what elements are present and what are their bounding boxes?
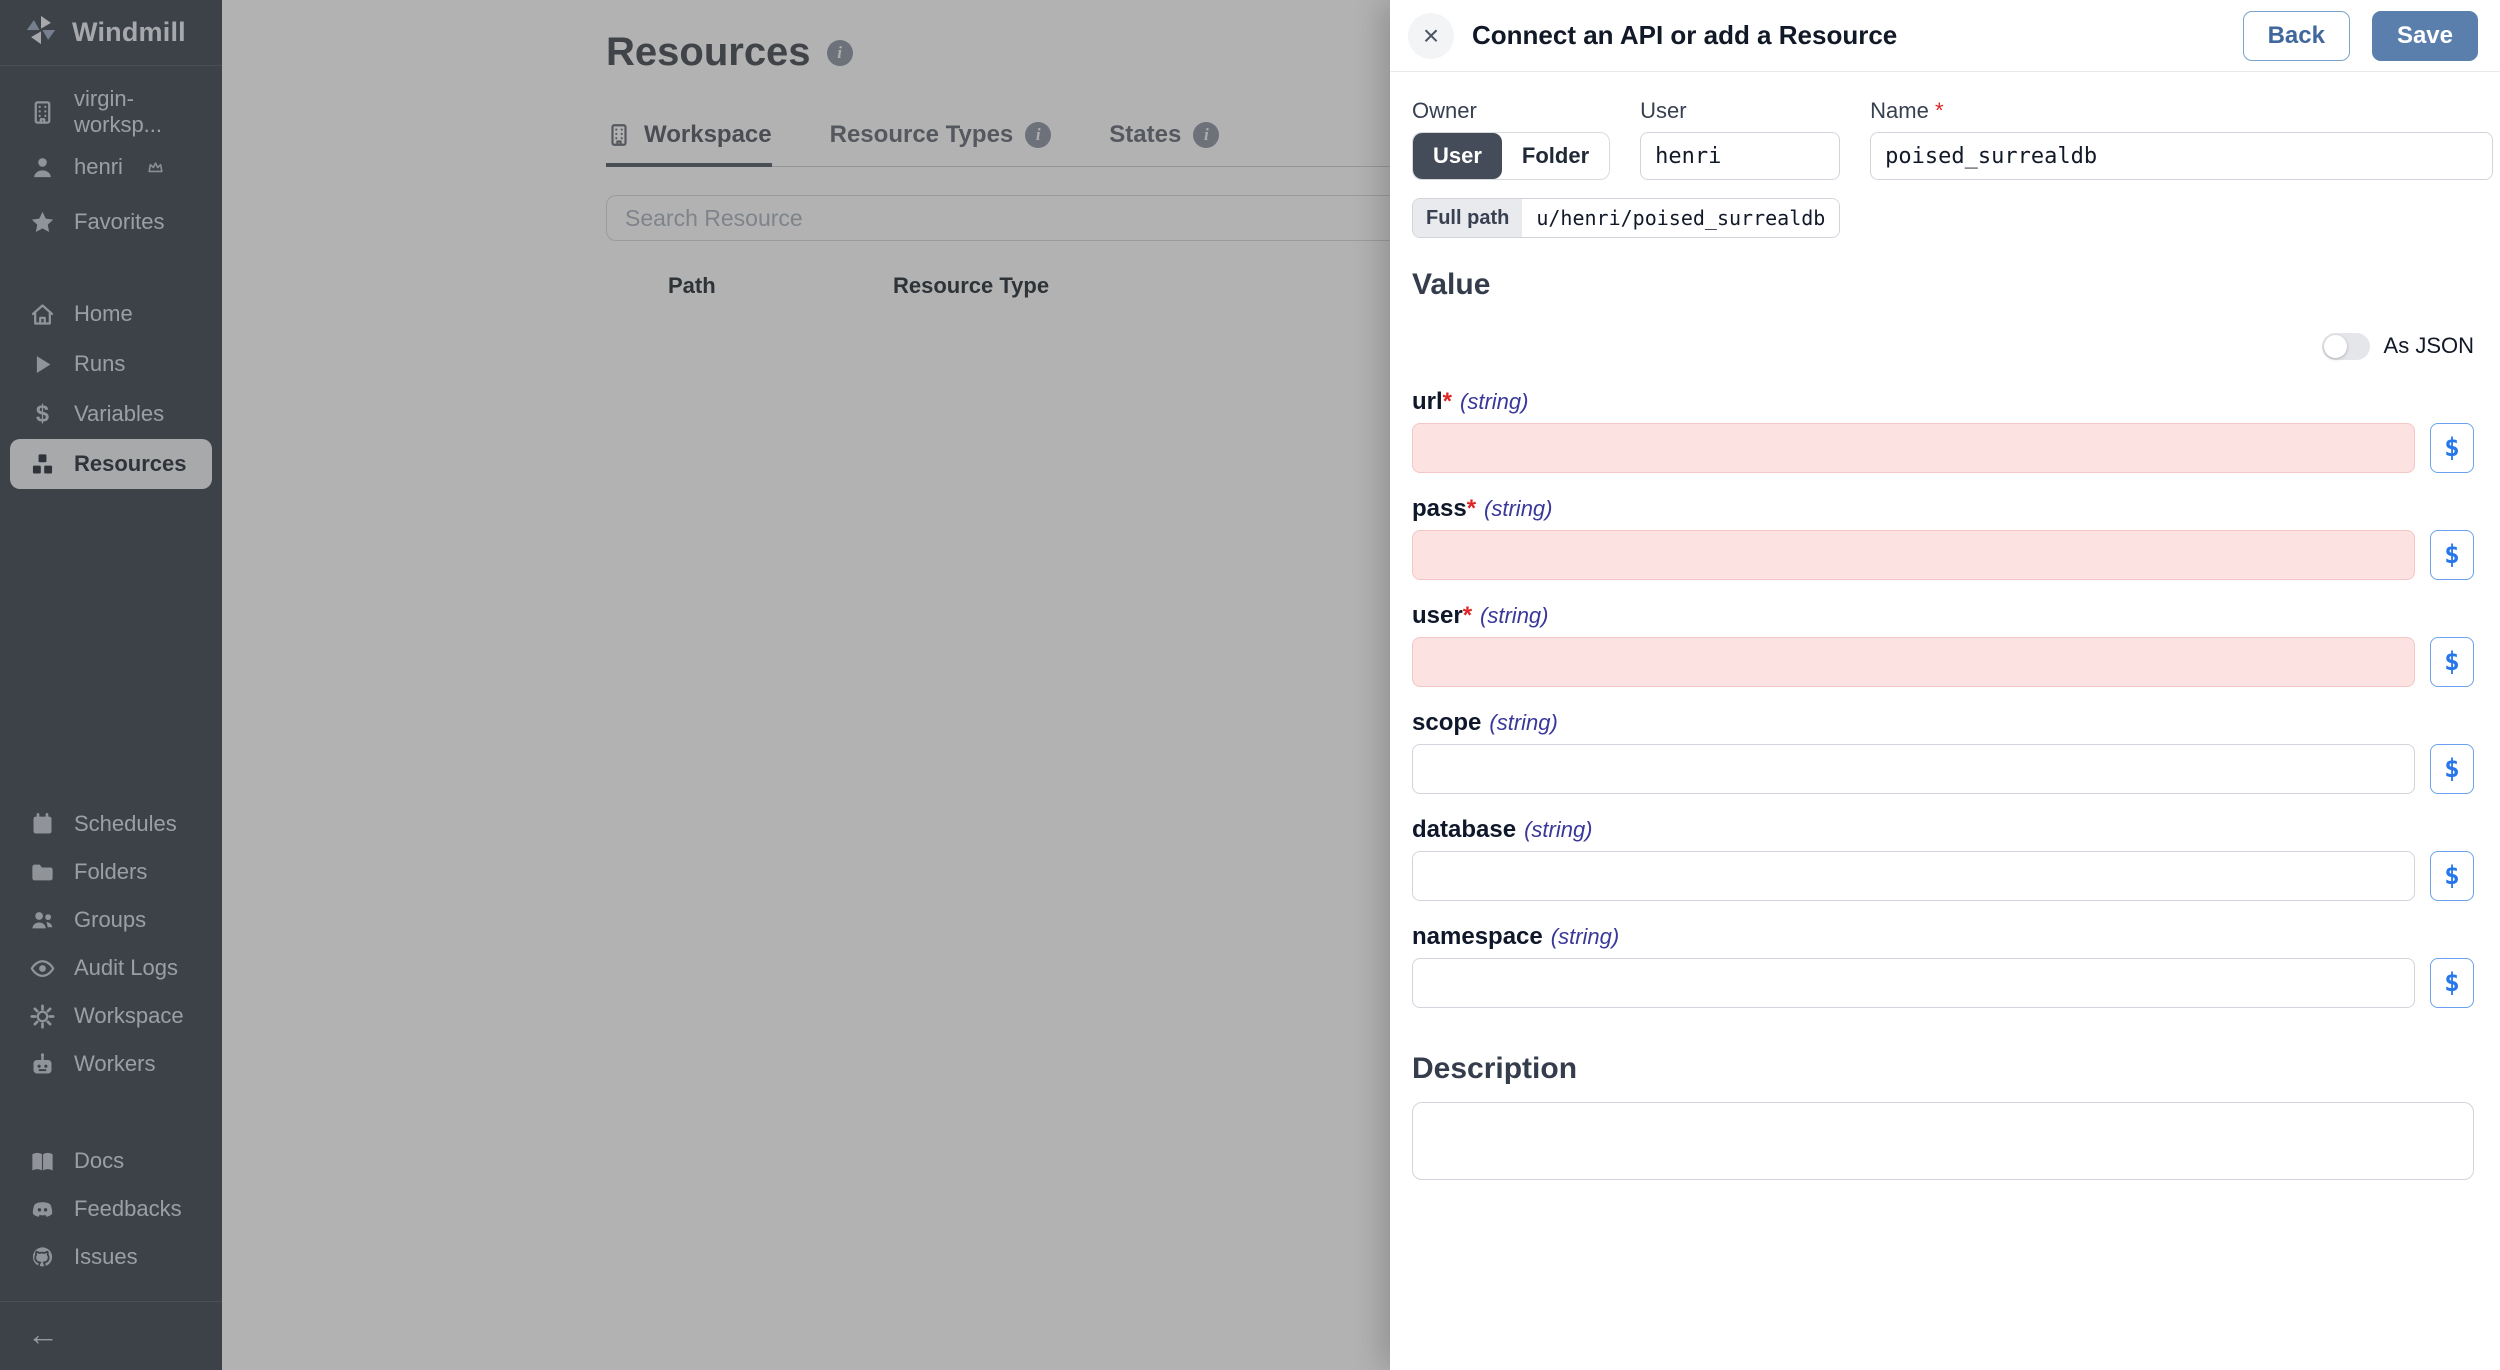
- required-asterisk: *: [1934, 98, 1944, 123]
- database-input[interactable]: [1412, 851, 2415, 901]
- owner-label: Owner: [1412, 98, 1477, 123]
- toggle-knob: [2323, 334, 2347, 358]
- field-name: database: [1412, 816, 1517, 843]
- drawer-title: Connect an API or add a Resource: [1472, 20, 1898, 50]
- name-label: Name *: [1870, 98, 1944, 123]
- full-path-badge: Full path: [1413, 199, 1523, 237]
- required-asterisk: *: [1462, 602, 1473, 629]
- user-label: User: [1640, 98, 1687, 123]
- description-heading: Description: [1412, 1052, 1578, 1085]
- field-type: (string): [1524, 817, 1593, 842]
- field-label: url* (string): [1412, 388, 2474, 416]
- drawer-header: × Connect an API or add a Resource Back …: [1390, 0, 2500, 72]
- field-name: user*: [1412, 602, 1473, 629]
- as-json-label: As JSON: [2383, 333, 2474, 358]
- owner-option-user[interactable]: User: [1413, 133, 1502, 179]
- drawer-body: Owner UserFolder User Name * Full path u…: [1390, 72, 2500, 1185]
- as-json-toggle[interactable]: [2321, 332, 2370, 360]
- description-textarea[interactable]: [1412, 1102, 2474, 1180]
- insert-variable-button[interactable]: $: [2430, 530, 2474, 580]
- resource-name-input[interactable]: [1870, 132, 2494, 180]
- field-scope: scope (string) $: [1412, 709, 2474, 794]
- owner-group: Owner User Folder: [1412, 98, 1611, 180]
- owner-toggle: User Folder: [1412, 132, 1611, 180]
- owner-user-input[interactable]: [1640, 132, 1841, 180]
- field-label: scope (string): [1412, 709, 2474, 737]
- field-name: scope: [1412, 709, 1482, 736]
- field-name: namespace: [1412, 923, 1543, 950]
- user-input[interactable]: [1412, 637, 2415, 687]
- user-group: User: [1640, 98, 1841, 180]
- field-label: database (string): [1412, 816, 2474, 844]
- full-path-value: u/henri/poised_surrealdb: [1522, 199, 1840, 237]
- url-input[interactable]: [1412, 423, 2415, 473]
- full-path: Full path u/henri/poised_surrealdb: [1412, 198, 1841, 238]
- owner-option-folder[interactable]: Folder: [1501, 133, 1610, 179]
- back-button[interactable]: Back: [2242, 10, 2350, 61]
- field-type: (string): [1460, 389, 1529, 414]
- field-label: namespace (string): [1412, 923, 2474, 951]
- field-name: pass*: [1412, 495, 1477, 522]
- field-type: (string): [1489, 710, 1558, 735]
- field-database: database (string) $: [1412, 816, 2474, 901]
- field-type: (string): [1550, 924, 1620, 949]
- save-button[interactable]: Save: [2371, 10, 2478, 61]
- pass-input[interactable]: [1412, 530, 2415, 580]
- insert-variable-button[interactable]: $: [2430, 851, 2474, 901]
- as-json-row: As JSON: [1412, 326, 2474, 366]
- field-pass: pass* (string) $: [1412, 495, 2474, 580]
- field-namespace: namespace (string) $: [1412, 923, 2474, 1008]
- scope-input[interactable]: [1412, 744, 2415, 794]
- insert-variable-button[interactable]: $: [2430, 637, 2474, 687]
- field-label: user* (string): [1412, 602, 2474, 630]
- insert-variable-button[interactable]: $: [2430, 958, 2474, 1008]
- field-type: (string): [1484, 496, 1553, 521]
- field-type: (string): [1480, 603, 1549, 628]
- close-icon[interactable]: ×: [1408, 12, 1454, 59]
- required-asterisk: *: [1442, 388, 1453, 415]
- name-group: Name *: [1870, 98, 2494, 180]
- resource-fields: url* (string) $ pass* (string) $ user* (string)…: [1412, 388, 2474, 1008]
- field-url: url* (string) $: [1412, 388, 2474, 473]
- add-resource-drawer: × Connect an API or add a Resource Back …: [1390, 0, 2500, 1370]
- required-asterisk: *: [1466, 495, 1477, 522]
- insert-variable-button[interactable]: $: [2430, 744, 2474, 794]
- field-name: url*: [1412, 388, 1453, 415]
- value-section-heading: Value: [1412, 268, 1491, 301]
- field-label: pass* (string): [1412, 495, 2474, 523]
- field-user: user* (string) $: [1412, 602, 2474, 687]
- namespace-input[interactable]: [1412, 958, 2415, 1008]
- insert-variable-button[interactable]: $: [2430, 423, 2474, 473]
